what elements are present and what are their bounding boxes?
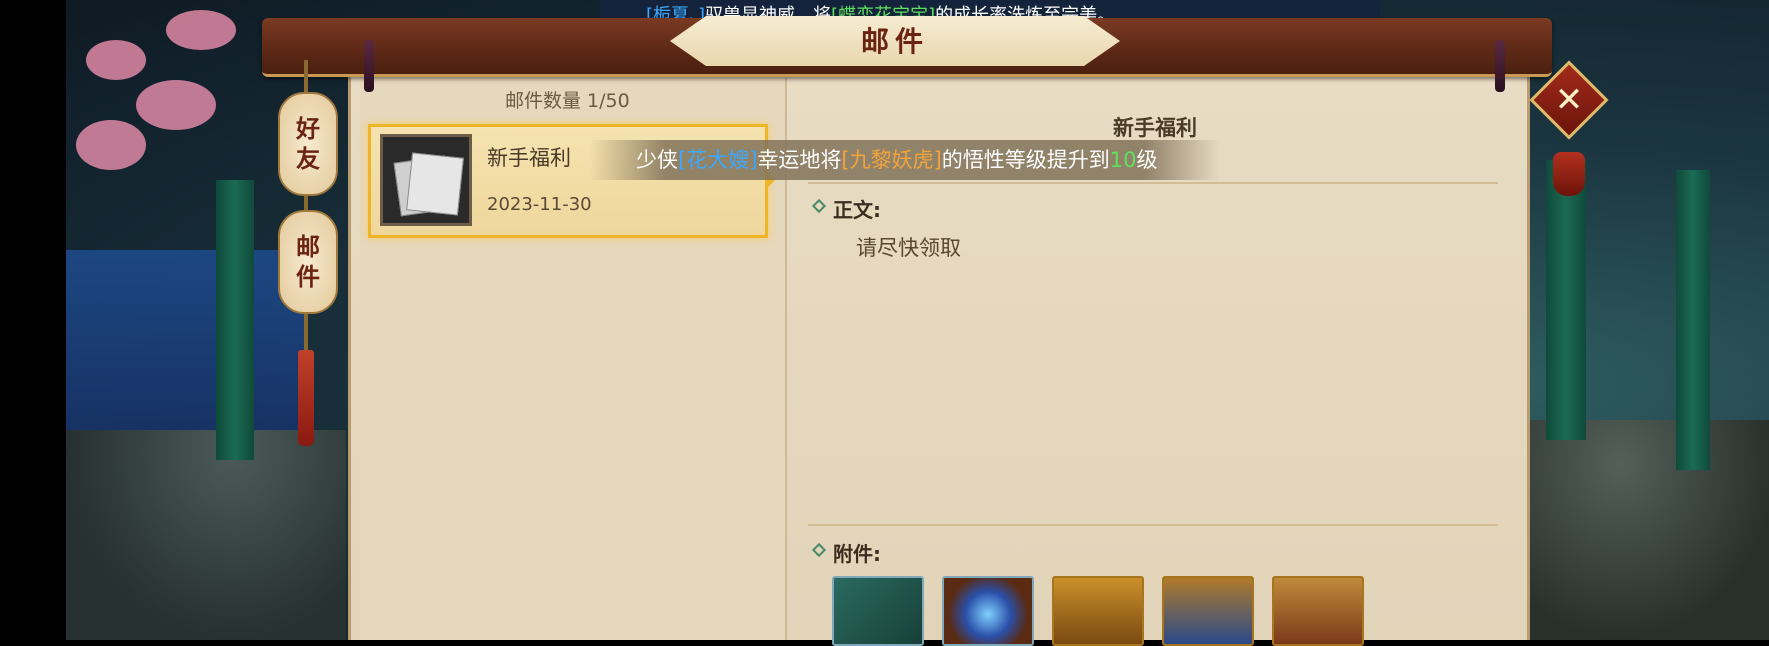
system-toast-text: 少侠[花大嫂]幸运地将[九黎妖虎]的悟性等级提升到10级 bbox=[636, 146, 1158, 174]
window-title: 邮件 bbox=[860, 25, 929, 58]
toast-pet[interactable]: [九黎妖虎] bbox=[841, 148, 941, 172]
attachments-label: 附件: bbox=[833, 542, 881, 566]
mail-count-label: 邮件数量 1/50 bbox=[505, 90, 630, 112]
orb-icon[interactable] bbox=[942, 576, 1034, 646]
courtyard-floor-left bbox=[66, 430, 346, 640]
toast-middle: 幸运地将 bbox=[757, 148, 842, 172]
toast-level: 10 bbox=[1109, 148, 1137, 172]
divider bbox=[808, 182, 1498, 184]
mail-item-date: 2023-11-30 bbox=[487, 194, 592, 215]
tab-mail-label-2: 件 bbox=[296, 262, 320, 291]
blossom-decoration bbox=[86, 40, 146, 80]
tab-mail-label-1: 邮 bbox=[296, 232, 320, 261]
divider bbox=[808, 524, 1498, 526]
body-label: 正文: bbox=[833, 198, 881, 222]
scroll-rod-left bbox=[364, 40, 374, 92]
tassel-decoration bbox=[298, 350, 314, 446]
scroll-rod-right bbox=[1495, 40, 1505, 92]
mail-detail-title: 新手福利 bbox=[1113, 116, 1197, 140]
blossom-decoration bbox=[166, 10, 236, 50]
tiger-chest-icon[interactable] bbox=[1272, 576, 1364, 646]
tab-friends-label-1: 好 bbox=[296, 114, 320, 143]
letter-icon bbox=[380, 134, 472, 226]
mail-body-text: 请尽快领取 bbox=[856, 236, 961, 260]
jade-token-icon[interactable] bbox=[832, 576, 924, 646]
mail-item-title: 新手福利 bbox=[487, 146, 571, 170]
tab-friends-label-2: 友 bbox=[296, 144, 320, 173]
courtyard-floor-right bbox=[1516, 420, 1769, 640]
blossom-decoration bbox=[136, 80, 216, 130]
gold-ingot-icon[interactable] bbox=[1052, 576, 1144, 646]
pavilion-pillar bbox=[1676, 170, 1710, 470]
pavilion-pillar bbox=[1546, 160, 1586, 440]
blossom-decoration bbox=[76, 120, 146, 170]
pavilion-pillar bbox=[216, 180, 254, 460]
tab-mail[interactable]: 邮 件 bbox=[278, 210, 338, 314]
toast-middle2: 的悟性等级提升到 bbox=[941, 148, 1110, 172]
toast-suffix: 级 bbox=[1136, 148, 1158, 172]
dragon-chest-icon[interactable] bbox=[1162, 576, 1254, 646]
toast-prefix: 少侠 bbox=[636, 148, 678, 172]
lantern-decoration bbox=[1553, 152, 1585, 196]
water-background bbox=[66, 250, 306, 430]
toast-player[interactable]: [花大嫂] bbox=[678, 148, 757, 172]
tab-friends[interactable]: 好 友 bbox=[278, 92, 338, 196]
close-x-icon[interactable]: ✕ bbox=[1541, 72, 1597, 128]
